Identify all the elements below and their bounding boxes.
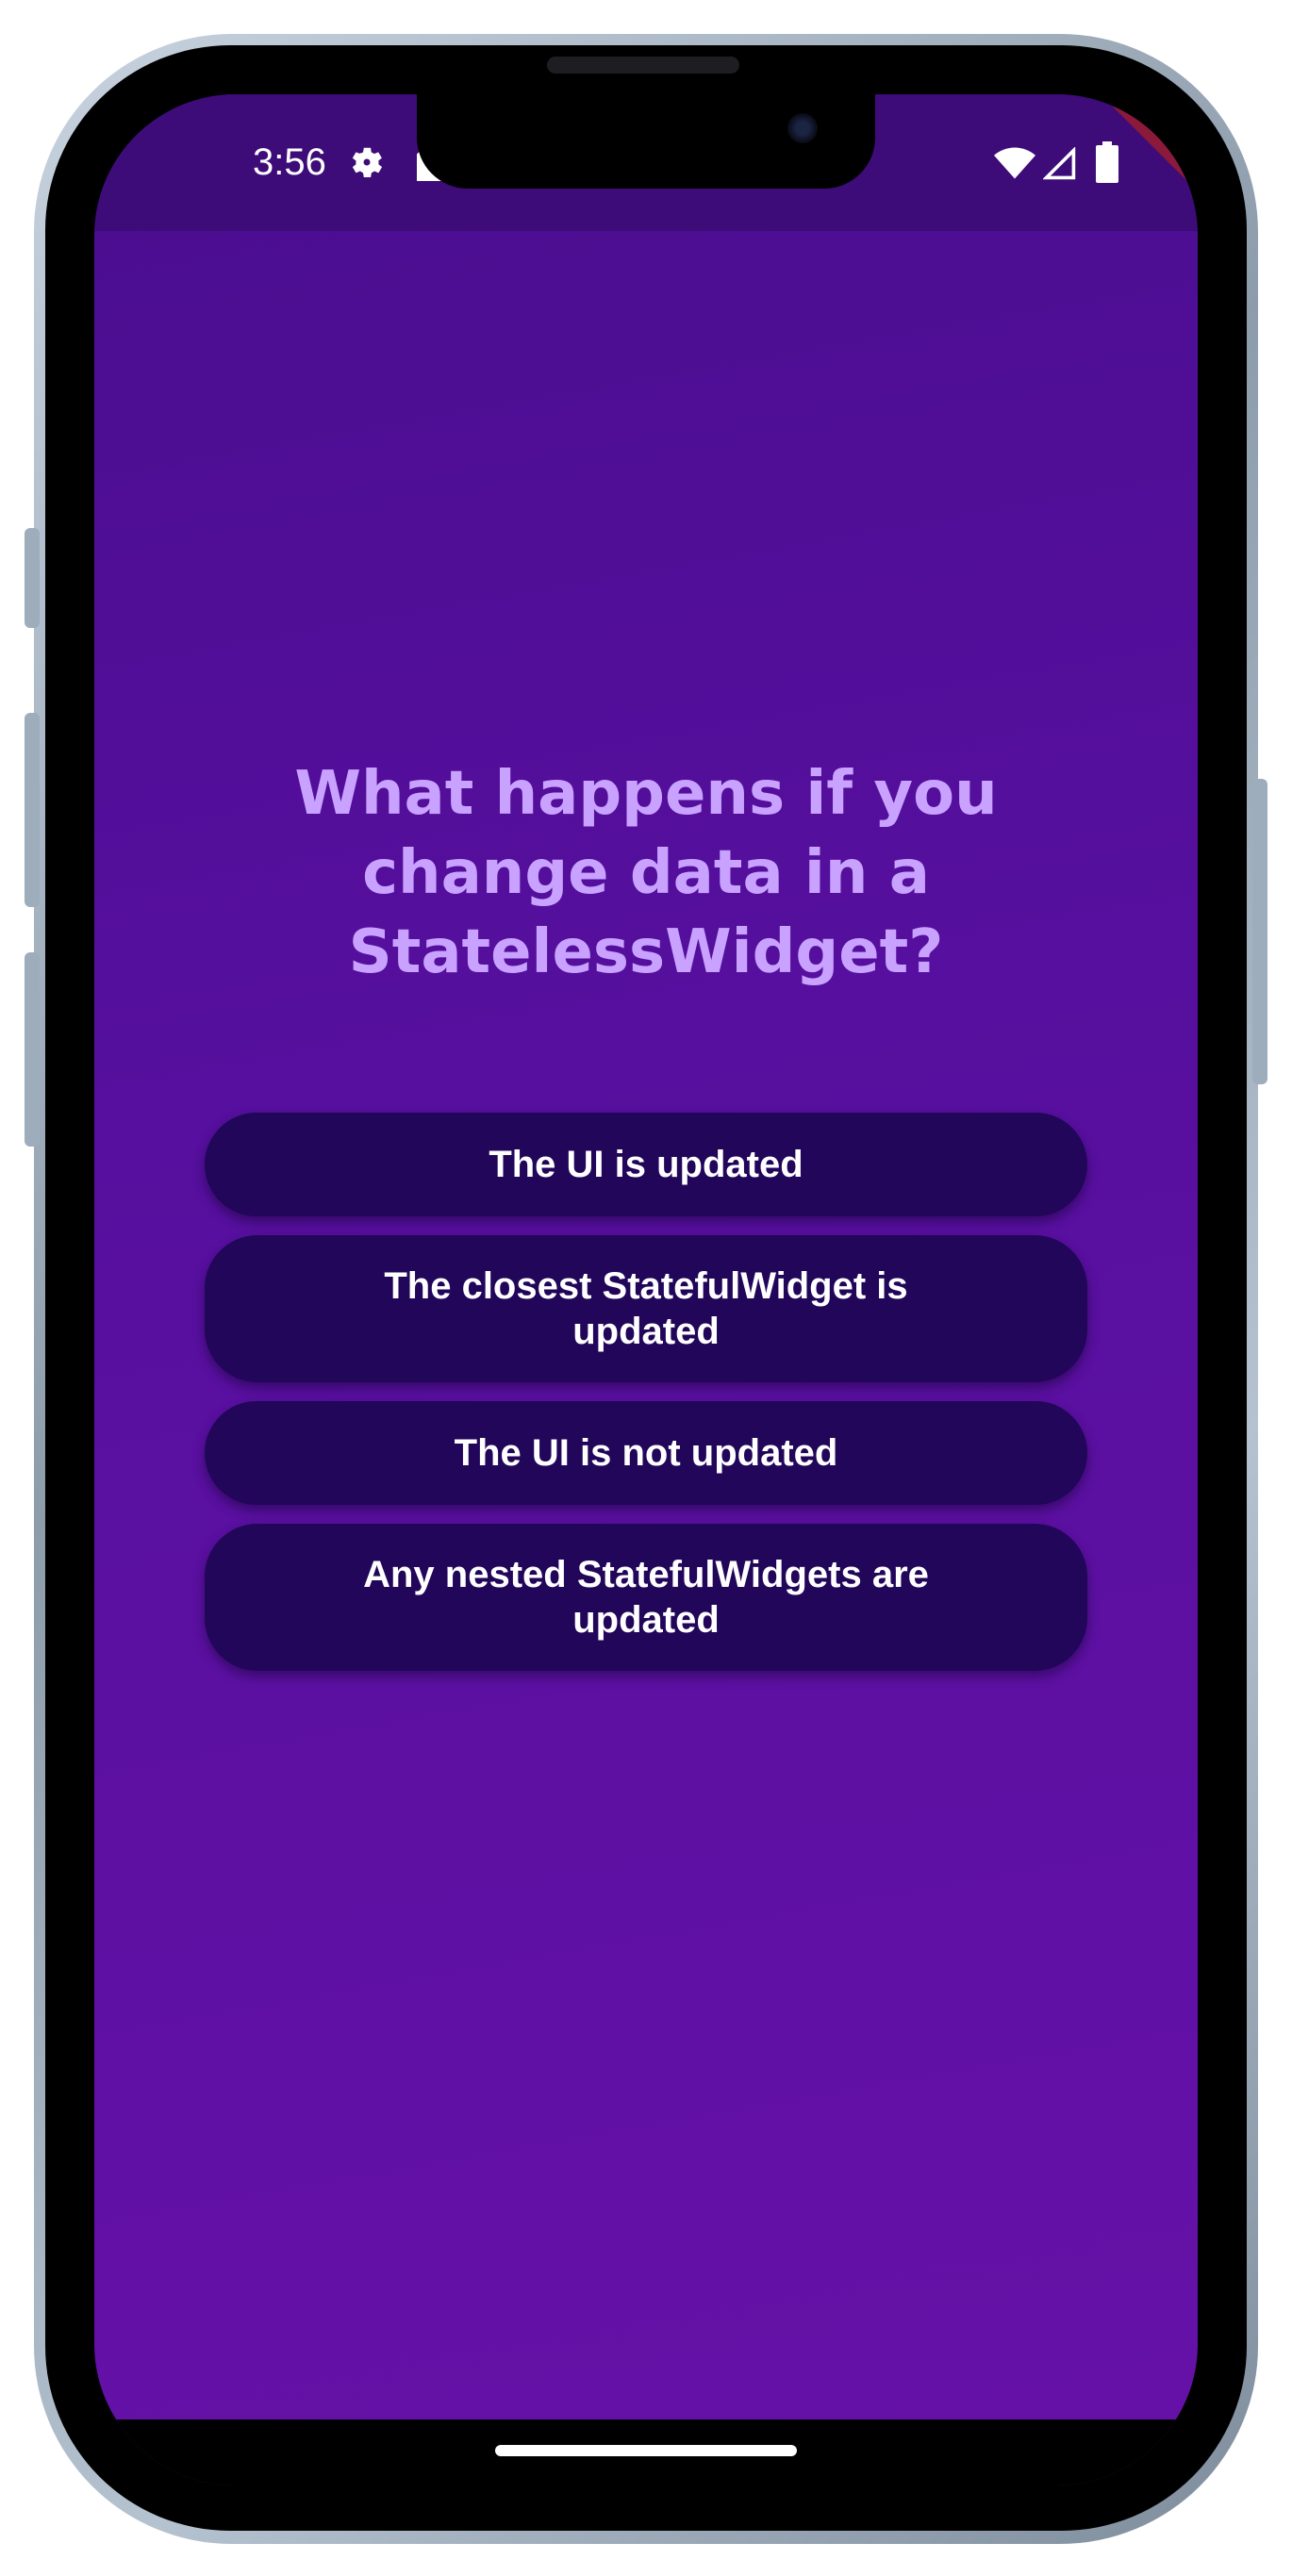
app-screen: 3:56 DEBUG What happens if you change da… [94,94,1198,2485]
battery-icon [1096,141,1118,183]
camera-notch [417,94,875,189]
earpiece-speaker [547,57,739,74]
front-camera [787,113,818,143]
home-indicator[interactable] [495,2445,797,2456]
answer-button[interactable]: The closest StatefulWidget is updated [205,1235,1087,1382]
question-text: What happens if you change data in a Sta… [294,759,998,987]
answer-button[interactable]: Any nested StatefulWidgets are updated [205,1524,1087,1671]
power-button [1252,779,1267,1084]
answer-button[interactable]: The UI is not updated [205,1401,1087,1505]
silent-switch [25,528,40,628]
volume-up-button [25,713,40,907]
answer-button[interactable]: The UI is updated [205,1113,1087,1216]
wifi-icon [994,147,1035,179]
volume-down-button [25,952,40,1147]
answer-list: The UI is updated The closest StatefulWi… [205,1113,1087,1671]
status-time: 3:56 [253,141,326,183]
cellular-signal-icon [1043,147,1076,180]
gear-icon [352,147,383,177]
